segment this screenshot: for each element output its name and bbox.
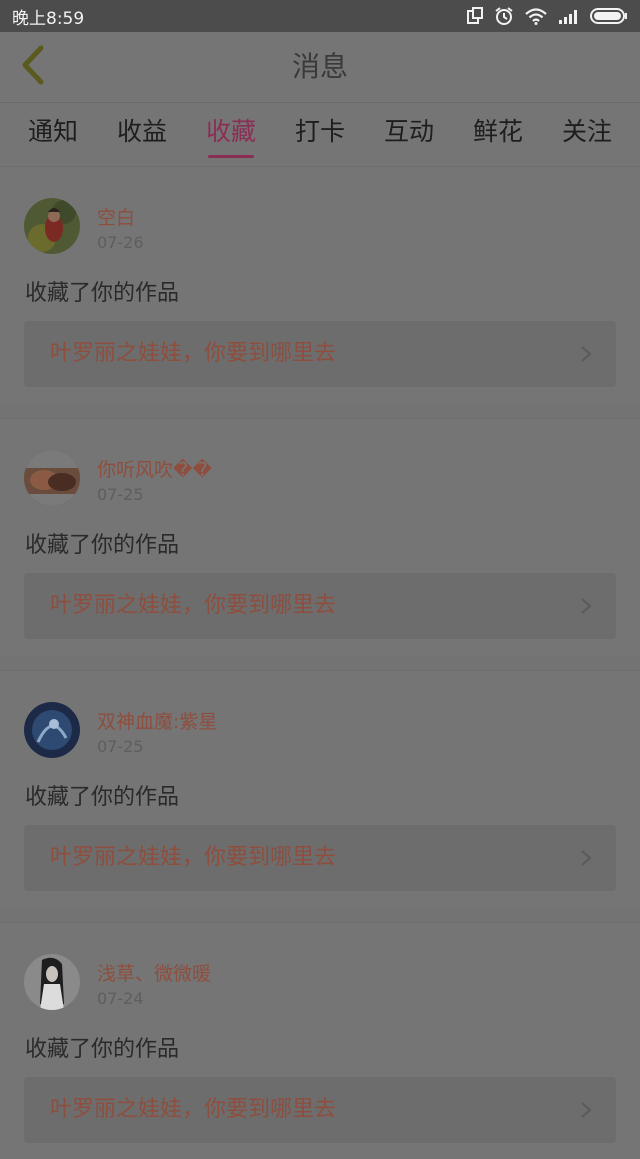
tab-bar: 通知 收益 收藏 打卡 互动 鲜花 关注	[0, 103, 640, 166]
tab-label: 关注	[561, 117, 612, 146]
work-link[interactable]: 叶罗丽之娃娃，你要到哪里去	[24, 1077, 616, 1143]
user-name[interactable]: 你听风吹��	[97, 455, 212, 482]
work-title: 叶罗丽之娃娃，你要到哪里去	[50, 341, 337, 366]
work-link[interactable]: 叶罗丽之娃娃，你要到哪里去	[24, 825, 616, 891]
user-name[interactable]: 浅草、微微暖	[97, 959, 211, 986]
notification-card: 双神血魔:紫星 07-25 收藏了你的作品 叶罗丽之娃娃，你要到哪里去	[0, 670, 640, 907]
tab-label: 鲜花	[472, 117, 523, 146]
post-date: 07-25	[97, 485, 144, 504]
tab-interaction[interactable]: 互动	[382, 103, 436, 166]
tab-notifications[interactable]: 通知	[26, 103, 80, 166]
action-text: 收藏了你的作品	[25, 785, 180, 810]
tab-flowers[interactable]: 鲜花	[471, 103, 525, 166]
user-name[interactable]: 双神血魔:紫星	[97, 707, 217, 734]
work-link[interactable]: 叶罗丽之娃娃，你要到哪里去	[24, 573, 616, 639]
status-icons	[466, 6, 628, 26]
avatar[interactable]	[24, 954, 80, 1010]
tab-label: 通知	[27, 117, 78, 146]
wifi-icon	[524, 7, 548, 25]
action-text: 收藏了你的作品	[25, 281, 180, 306]
notification-card: 空白 07-26 收藏了你的作品 叶罗丽之娃娃，你要到哪里去	[0, 166, 640, 403]
avatar[interactable]	[24, 198, 80, 254]
post-date: 07-26	[97, 233, 144, 252]
chevron-right-icon	[580, 1101, 592, 1123]
action-text: 收藏了你的作品	[25, 1037, 180, 1062]
tab-label: 收益	[116, 117, 167, 146]
alarm-icon	[494, 6, 514, 26]
notification-card: 浅草、微微暖 07-24 收藏了你的作品 叶罗丽之娃娃，你要到哪里去	[0, 922, 640, 1159]
avatar[interactable]	[24, 450, 80, 506]
page-title: 消息	[291, 50, 348, 83]
tab-label: 互动	[383, 117, 434, 146]
work-title: 叶罗丽之娃娃，你要到哪里去	[50, 845, 337, 870]
rotation-lock-icon	[466, 7, 484, 25]
tab-favorites[interactable]: 收藏	[204, 103, 258, 166]
work-title: 叶罗丽之娃娃，你要到哪里去	[50, 593, 337, 618]
work-link[interactable]: 叶罗丽之娃娃，你要到哪里去	[24, 321, 616, 387]
tab-label: 打卡	[294, 117, 345, 146]
action-text: 收藏了你的作品	[25, 533, 180, 558]
chevron-right-icon	[580, 597, 592, 619]
chevron-right-icon	[580, 849, 592, 871]
nav-bar: 消息	[0, 32, 640, 103]
active-tab-indicator	[208, 155, 254, 158]
notification-card: 你听风吹�� 07-25 收藏了你的作品 叶罗丽之娃娃，你要到哪里去	[0, 418, 640, 655]
chevron-right-icon	[580, 345, 592, 367]
status-bar: 晚上8:59	[0, 0, 640, 32]
tab-checkin[interactable]: 打卡	[293, 103, 347, 166]
status-time: 晚上8:59	[12, 8, 85, 29]
back-button[interactable]	[12, 45, 52, 89]
post-date: 07-24	[97, 989, 144, 1008]
tab-earnings[interactable]: 收益	[115, 103, 169, 166]
post-date: 07-25	[97, 737, 144, 756]
user-name[interactable]: 空白	[97, 203, 135, 230]
chevron-left-icon	[17, 45, 47, 89]
tab-following[interactable]: 关注	[560, 103, 614, 166]
work-title: 叶罗丽之娃娃，你要到哪里去	[50, 1097, 337, 1122]
signal-icon	[558, 8, 580, 24]
avatar[interactable]	[24, 702, 80, 758]
tab-label: 收藏	[205, 117, 256, 146]
battery-icon	[590, 7, 628, 25]
